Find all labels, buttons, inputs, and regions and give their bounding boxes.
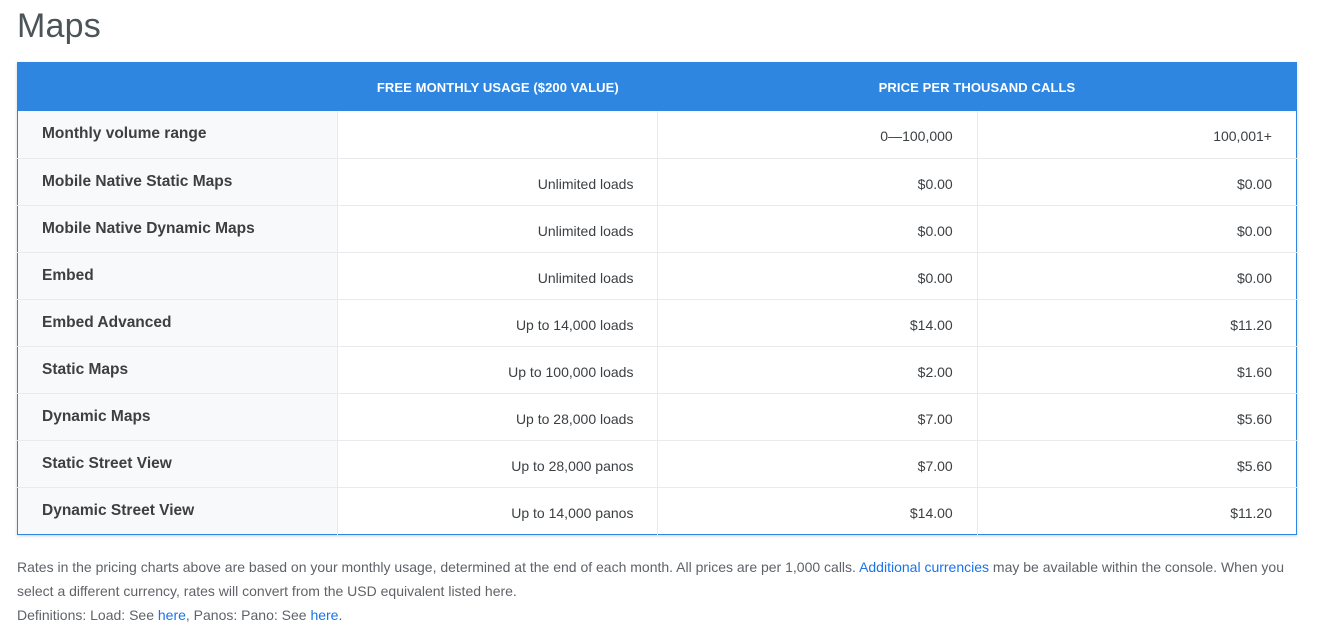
header-price-per-thousand: PRICE PER THOUSAND CALLS xyxy=(657,62,1297,111)
tier2-price-cell: $11.20 xyxy=(976,298,1297,346)
table-row: Embed Unlimited loads $0.00 $0.00 xyxy=(17,251,1297,299)
definitions-note: Definitions: Load: See here, Panos: Pano… xyxy=(17,603,1297,627)
pricing-table: FREE MONTHLY USAGE ($200 VALUE) PRICE PE… xyxy=(17,62,1297,535)
row-label: Monthly volume range xyxy=(17,111,338,158)
header-free-monthly-usage: FREE MONTHLY USAGE ($200 VALUE) xyxy=(337,62,658,111)
tier1-price-cell: $0.00 xyxy=(657,251,978,299)
definitions-prefix: Definitions: Load: See xyxy=(17,607,158,623)
tier2-price-cell: $0.00 xyxy=(976,157,1297,205)
row-label: Mobile Native Dynamic Maps xyxy=(17,204,338,252)
free-usage-cell: Unlimited loads xyxy=(337,157,658,205)
pano-definition-link[interactable]: here xyxy=(310,607,338,623)
tier1-price-cell: 0—100,000 xyxy=(657,111,978,158)
table-header-row: FREE MONTHLY USAGE ($200 VALUE) PRICE PE… xyxy=(17,62,1297,111)
table-row: Mobile Native Dynamic Maps Unlimited loa… xyxy=(17,204,1297,252)
tier1-price-cell: $0.00 xyxy=(657,157,978,205)
tier1-price-cell: $0.00 xyxy=(657,204,978,252)
table-row: Monthly volume range 0—100,000 100,001+ xyxy=(17,111,1297,158)
pricing-footnote: Rates in the pricing charts above are ba… xyxy=(17,555,1297,627)
rates-note-text: Rates in the pricing charts above are ba… xyxy=(17,559,860,575)
free-usage-cell: Up to 14,000 panos xyxy=(337,486,658,534)
table-row: Static Maps Up to 100,000 loads $2.00 $1… xyxy=(17,345,1297,393)
tier2-price-cell: $0.00 xyxy=(976,251,1297,299)
table-row: Static Street View Up to 28,000 panos $7… xyxy=(17,439,1297,487)
free-usage-cell: Unlimited loads xyxy=(337,251,658,299)
page-title: Maps xyxy=(17,7,101,45)
header-cell-empty xyxy=(17,62,338,111)
row-label: Mobile Native Static Maps xyxy=(17,157,338,205)
tier1-price-cell: $14.00 xyxy=(657,486,978,534)
free-usage-cell: Up to 100,000 loads xyxy=(337,345,658,393)
definitions-suffix: . xyxy=(338,607,343,623)
additional-currencies-link[interactable]: Additional currencies xyxy=(859,559,989,575)
row-label: Embed Advanced xyxy=(17,298,338,346)
tier2-price-cell: $5.60 xyxy=(976,439,1297,487)
row-label: Static Street View xyxy=(17,439,338,487)
row-label: Static Maps xyxy=(17,345,338,393)
tier1-price-cell: $7.00 xyxy=(657,439,978,487)
tier2-price-cell: $5.60 xyxy=(976,392,1297,440)
tier2-price-cell: $0.00 xyxy=(976,204,1297,252)
free-usage-cell: Unlimited loads xyxy=(337,204,658,252)
rates-note: Rates in the pricing charts above are ba… xyxy=(17,555,1297,603)
table-row: Dynamic Street View Up to 14,000 panos $… xyxy=(17,486,1297,534)
table-row: Mobile Native Static Maps Unlimited load… xyxy=(17,157,1297,205)
tier1-price-cell: $14.00 xyxy=(657,298,978,346)
table-row: Dynamic Maps Up to 28,000 loads $7.00 $5… xyxy=(17,392,1297,440)
tier1-price-cell: $2.00 xyxy=(657,345,978,393)
row-label: Embed xyxy=(17,251,338,299)
tier2-price-cell: $1.60 xyxy=(976,345,1297,393)
tier1-price-cell: $7.00 xyxy=(657,392,978,440)
definitions-middle: , Panos: Pano: See xyxy=(185,607,311,623)
tier2-price-cell: 100,001+ xyxy=(976,111,1297,158)
table-row: Embed Advanced Up to 14,000 loads $14.00… xyxy=(17,298,1297,346)
row-label: Dynamic Street View xyxy=(17,486,338,534)
row-label: Dynamic Maps xyxy=(17,392,338,440)
free-usage-cell: Up to 28,000 loads xyxy=(337,392,658,440)
free-usage-cell: Up to 28,000 panos xyxy=(337,439,658,487)
free-usage-cell xyxy=(337,111,658,158)
tier2-price-cell: $11.20 xyxy=(976,486,1297,534)
free-usage-cell: Up to 14,000 loads xyxy=(337,298,658,346)
load-definition-link[interactable]: here xyxy=(158,607,186,623)
